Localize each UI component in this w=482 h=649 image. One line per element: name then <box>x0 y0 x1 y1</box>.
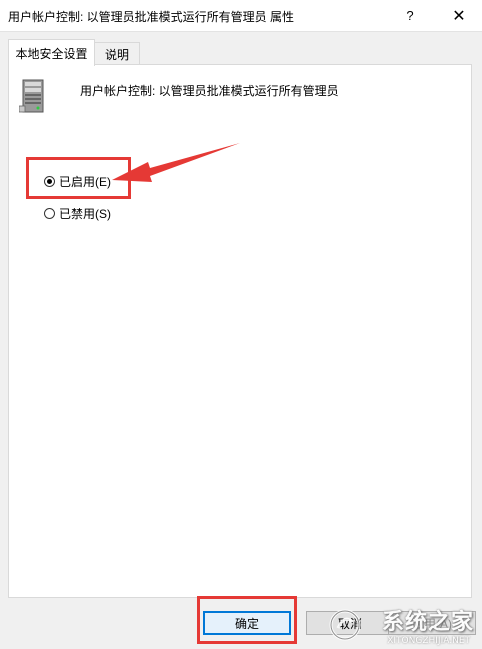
watermark-url: XITONGZHIJIA.NET <box>387 636 470 646</box>
title-bar: 用户帐户控制: 以管理员批准模式运行所有管理员 属性 ? ✕ <box>0 0 482 32</box>
disabled-radio-label: 已禁用(S) <box>59 206 111 221</box>
close-button[interactable]: ✕ <box>436 0 482 31</box>
watermark-logo-icon <box>329 609 361 641</box>
help-button[interactable]: ? <box>387 0 433 31</box>
watermark-brand: 系统之家 <box>381 610 474 635</box>
tab-explain[interactable]: 说明 <box>94 42 140 65</box>
highlight-box-ok <box>197 596 297 644</box>
disabled-radio-button[interactable] <box>44 207 55 219</box>
policy-title: 用户帐户控制: 以管理员批准模式运行所有管理员 <box>80 84 339 98</box>
highlight-box-enabled <box>26 157 131 199</box>
tab-panel <box>8 64 472 598</box>
watermark: 系统之家 XITONGZHIJIA.NET <box>322 604 482 646</box>
window-title: 用户帐户控制: 以管理员批准模式运行所有管理员 属性 <box>8 10 295 24</box>
server-icon <box>19 79 44 113</box>
disabled-radio-option[interactable]: 已禁用(S) <box>44 204 111 222</box>
tab-local-security-setting[interactable]: 本地安全设置 <box>8 39 95 66</box>
